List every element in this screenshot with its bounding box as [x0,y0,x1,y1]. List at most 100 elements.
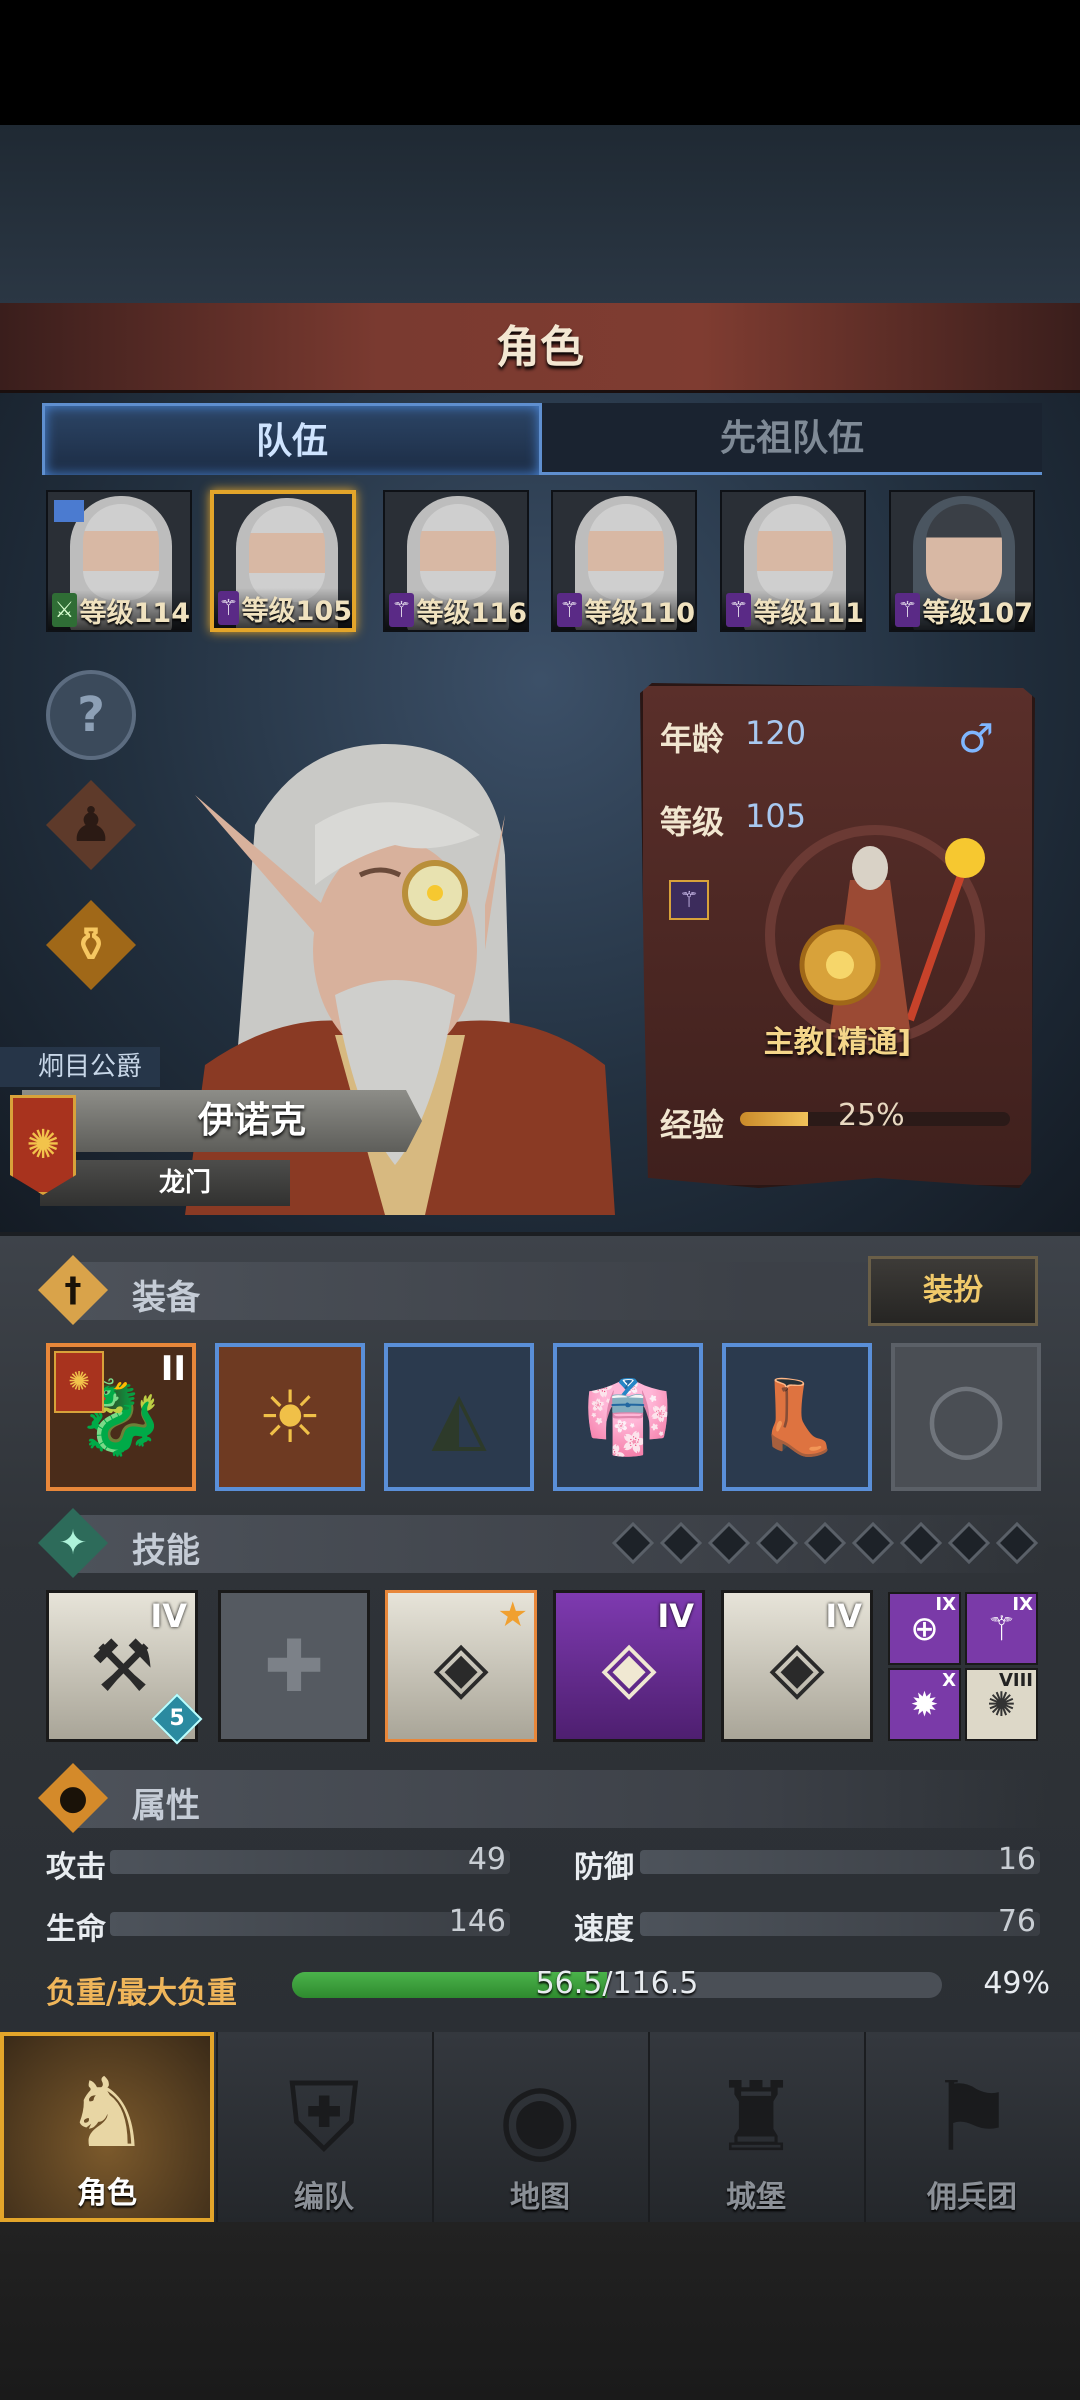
team-member-2[interactable]: ⚚ 等级105 [210,490,356,632]
staff-icon: ⚚ [389,593,414,627]
crystal-shield-icon[interactable]: ◈ IV [721,1590,873,1742]
hp-value: 146 [448,1904,506,1939]
help-icon[interactable]: ? [46,670,136,760]
top-band [0,125,1080,305]
helmet-icon: ⛨ [288,2061,360,2173]
star-icon: ★ [497,1595,528,1635]
staff-strike-icon[interactable]: ⚒ IV 5 [46,1590,203,1745]
skill-tier: IX [1012,1594,1033,1615]
member-face [588,504,664,600]
equipment-tier: II [160,1349,186,1389]
skill-tier: VIII [998,1670,1033,1691]
castle-icon: ♜ [712,2061,800,2173]
nova-icon[interactable]: ✺ VIII [965,1668,1038,1741]
nav-mercenary[interactable]: ⚑ 佣兵团 [864,2032,1078,2222]
skill-tier: IV [657,1597,694,1635]
nav-map[interactable]: ◉ 地图 [432,2032,646,2222]
skills-title: 技能 [132,1531,200,1571]
skill-tier: IV [150,1597,187,1635]
dress-up-button[interactable]: 装扮 [868,1256,1038,1326]
system-nav-area [0,2222,1080,2400]
mercenary-icon: ⚑ [928,2061,1016,2173]
speed-label: 速度 [574,1912,634,1947]
class-name: 主教[精通] [763,1025,912,1060]
boots-icon[interactable]: 👢 [722,1343,872,1491]
nav-label: 编队 [294,2180,354,2215]
nav-label: 城堡 [726,2180,786,2215]
male-icon: ♂ [958,716,994,762]
attack-value: 49 [467,1842,506,1877]
exp-bar-fill [740,1112,808,1126]
flag-icon [54,500,84,522]
staff-class-icon: ⚚ [669,880,709,920]
hood-icon[interactable]: ◭ [384,1343,534,1491]
team-member-5[interactable]: ⚚ 等级111 [720,490,866,632]
nav-label: 角色 [77,2176,137,2211]
page-title: 角色 [496,322,584,373]
member-level: 等级111 [753,597,864,629]
attributes-title: 属性 [132,1786,200,1826]
member-level: 等级114 [79,597,190,629]
speed-value: 76 [997,1904,1036,1939]
team-member-3[interactable]: ⚚ 等级116 [383,490,529,632]
sword-icon: ⚔ [52,593,77,627]
age-label: 年龄 [660,720,725,758]
attack-label: 攻击 [46,1850,106,1885]
nav-label: 地图 [510,2180,570,2215]
nav-label: 佣兵团 [927,2180,1017,2215]
member-level: 等级105 [241,595,352,627]
staff-icon: ⚚ [895,593,920,627]
member-face [420,504,496,600]
character-title: 炯目公爵 [0,1047,160,1087]
member-face [926,504,1002,600]
defense-label: 防御 [574,1850,634,1885]
staff-icon: ⚚ [218,591,239,625]
sun-banner-icon: ✺ [54,1351,104,1413]
tab-team[interactable]: 队伍 [42,403,542,475]
character-name: 伊诺克 [22,1090,422,1152]
burst-icon[interactable]: ✹ X [888,1668,961,1741]
skill-tier: IX [935,1594,956,1615]
sun-shield-icon[interactable]: ☀ [215,1343,365,1491]
member-level: 等级116 [416,597,527,629]
skill-badge: 5 [169,1706,185,1731]
sun-banner-icon: ✺ [10,1095,76,1195]
compass-map-icon: ◉ [498,2061,582,2173]
skill-tier: X [942,1670,956,1691]
team-member-1[interactable]: ⚔ 等级114 [46,490,192,632]
equipment-title: 装备 [132,1278,200,1318]
load-label: 负重/最大负重 [46,1976,237,2011]
robe-icon[interactable]: 👘 [553,1343,703,1491]
team-member-4[interactable]: ⚚ 等级110 [551,490,697,632]
target-icon[interactable]: ⊕ IX [888,1592,961,1665]
cross-empty-icon[interactable]: ✚ [218,1590,370,1742]
load-value: 56.5/116.5 [535,1966,699,2001]
character-origin: 龙门 [40,1160,290,1206]
status-bar-area [0,0,1080,125]
member-level: 等级107 [922,597,1033,629]
nav-character[interactable]: ♞ 角色 [0,2032,214,2222]
level-label: 等级 [660,803,725,841]
bishop-class-figure [765,825,985,1045]
team-member-6[interactable]: ⚚ 等级107 [889,490,1035,632]
dragon-staff-icon[interactable]: 🐉 II ✺ [46,1343,196,1491]
crystal-shield-icon[interactable]: ◈ IV [553,1590,705,1742]
staff-icon: ⚚ [557,593,582,627]
skill-tier: IV [825,1597,862,1635]
age-value: 120 [745,714,807,752]
nav-formation[interactable]: ⛨ 编队 [216,2032,430,2222]
knight-icon: ♞ [63,2057,151,2169]
wand-icon[interactable]: ⚚ IX [965,1592,1038,1665]
member-face [757,504,833,600]
tab-ancestor-team[interactable]: 先祖队伍 [542,403,1042,475]
ring-slot-icon[interactable]: ◯ [891,1343,1041,1491]
staff-icon: ⚚ [726,593,751,627]
exp-label: 经验 [660,1106,725,1144]
member-face [83,504,159,600]
holy-crystal-icon[interactable]: ◈ ★ [385,1590,537,1742]
defense-value: 16 [997,1842,1036,1877]
member-level: 等级110 [584,597,695,629]
attributes-header-bar [70,1770,1050,1828]
nav-castle[interactable]: ♜ 城堡 [648,2032,862,2222]
hp-label: 生命 [46,1912,106,1947]
